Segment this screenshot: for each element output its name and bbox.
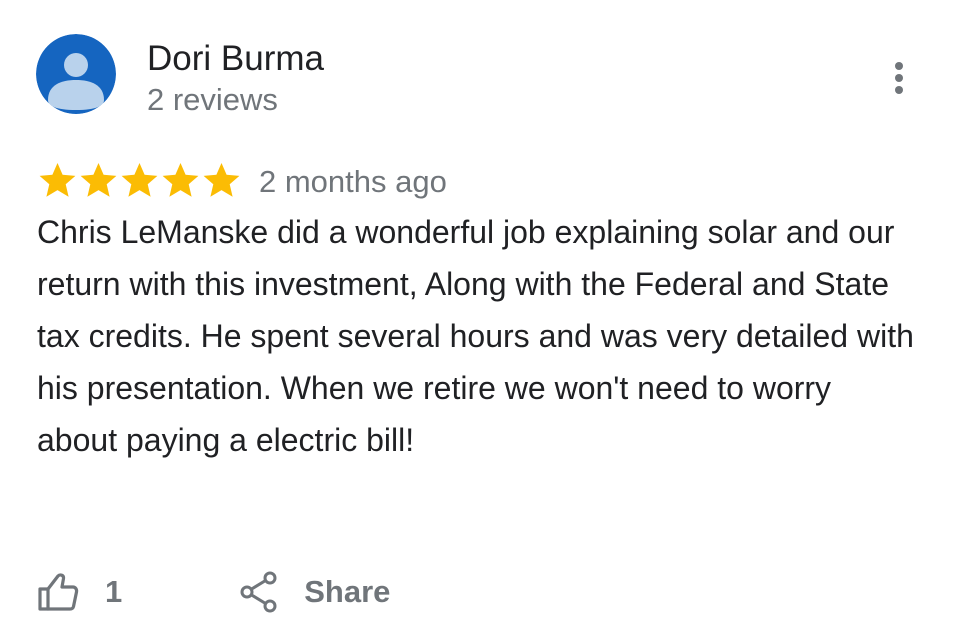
star-filled-icon <box>80 163 117 197</box>
star-filled-icon <box>162 163 199 197</box>
more-options-button[interactable] <box>880 56 918 102</box>
share-icon <box>239 571 279 613</box>
avatar[interactable] <box>36 34 116 114</box>
star-filled-icon <box>121 163 158 197</box>
share-button[interactable]: Share <box>239 571 390 613</box>
thumbs-up-icon <box>37 572 79 612</box>
review-date: 2 months ago <box>259 164 447 199</box>
more-vertical-icon <box>895 62 903 94</box>
rating-row: 2 months ago <box>37 160 447 200</box>
reviewer-name[interactable]: Dori Burma <box>147 37 324 81</box>
person-avatar-icon <box>36 34 116 114</box>
review-card: Dori Burma 2 reviews 2 months ago Chris … <box>0 0 964 644</box>
like-button[interactable]: 1 <box>37 572 122 612</box>
review-text: Chris LeManske did a wonderful job expla… <box>37 214 914 458</box>
star-filled-icon <box>39 163 76 197</box>
star-filled-icon <box>203 163 240 197</box>
share-label: Share <box>304 574 391 609</box>
reviewer-review-count[interactable]: 2 reviews <box>147 80 278 120</box>
like-count: 1 <box>105 574 123 609</box>
star-rating <box>37 160 242 200</box>
review-actions: 1 Share <box>37 568 390 616</box>
